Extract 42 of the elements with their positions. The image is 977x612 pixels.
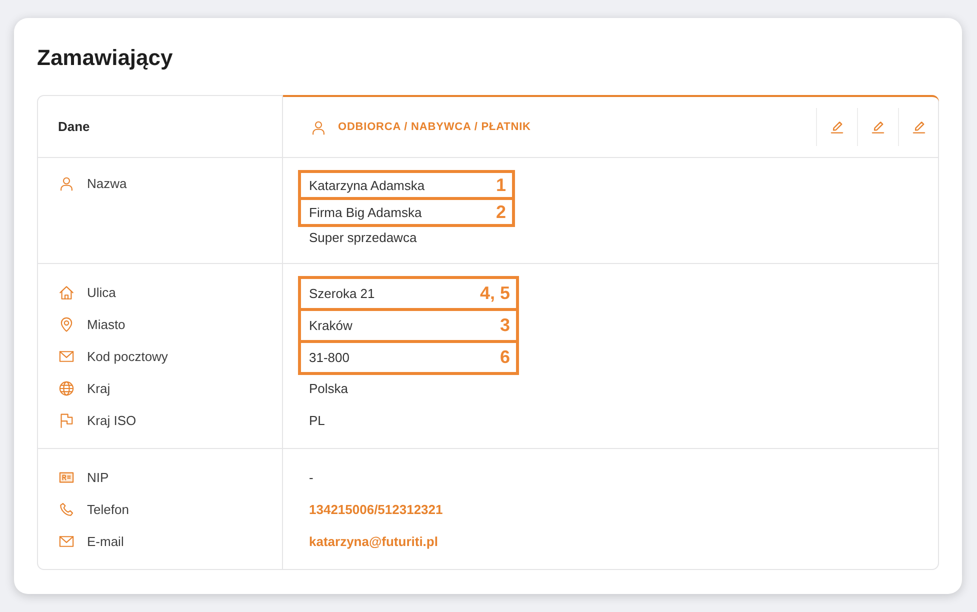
field-value: PL bbox=[309, 412, 325, 428]
field-label: E-mail bbox=[87, 534, 124, 548]
envelope-icon bbox=[59, 534, 74, 548]
field-value: Polska bbox=[309, 380, 348, 396]
person-icon bbox=[311, 120, 326, 134]
field-value: - bbox=[309, 470, 314, 484]
field-label: Telefon bbox=[87, 502, 129, 516]
field-value: Szeroka 21 bbox=[309, 286, 375, 301]
field-label: Nazwa bbox=[87, 176, 127, 191]
pencil-icon bbox=[912, 120, 926, 134]
page-title: Zamawiający bbox=[37, 44, 173, 72]
phone-icon bbox=[59, 502, 74, 516]
field-value: Kraków bbox=[309, 318, 352, 333]
field-label: Miasto bbox=[87, 316, 126, 332]
globe-icon bbox=[59, 380, 74, 396]
envelope-icon bbox=[59, 348, 74, 364]
house-icon bbox=[59, 284, 74, 300]
field-value: Firma Big Adamska bbox=[309, 204, 422, 220]
map-pin-icon bbox=[59, 316, 74, 332]
callout-number: 1 bbox=[496, 174, 506, 196]
pencil-icon bbox=[871, 120, 885, 134]
column-heading: Dane bbox=[58, 119, 90, 134]
field-label: Ulica bbox=[87, 284, 116, 300]
pencil-icon bbox=[830, 120, 844, 134]
phone-link[interactable]: 134215006/512312321 bbox=[309, 502, 443, 516]
id-card-icon bbox=[59, 470, 74, 484]
field-value: Katarzyna Adamska bbox=[309, 178, 425, 192]
field-label: Kod pocztowy bbox=[87, 348, 168, 364]
callout-number: 4, 5 bbox=[480, 283, 510, 304]
flag-icon bbox=[59, 412, 74, 428]
callout-number: 6 bbox=[500, 347, 510, 368]
person-icon bbox=[59, 176, 74, 191]
field-value: 31-800 bbox=[309, 350, 350, 365]
party-heading: ODBIORCA / NABYWCA / PŁATNIK bbox=[338, 121, 531, 133]
callout-number: 2 bbox=[496, 202, 506, 222]
callout-number: 3 bbox=[500, 315, 510, 336]
field-value: Super sprzedawca bbox=[309, 230, 417, 245]
field-label: NIP bbox=[87, 470, 109, 484]
field-label: Kraj bbox=[87, 380, 110, 396]
party-tab[interactable]: ODBIORCA / NABYWCA / PŁATNIK bbox=[283, 95, 939, 157]
field-label: Kraj ISO bbox=[87, 412, 136, 428]
email-link[interactable]: katarzyna@futuriti.pl bbox=[309, 534, 438, 548]
